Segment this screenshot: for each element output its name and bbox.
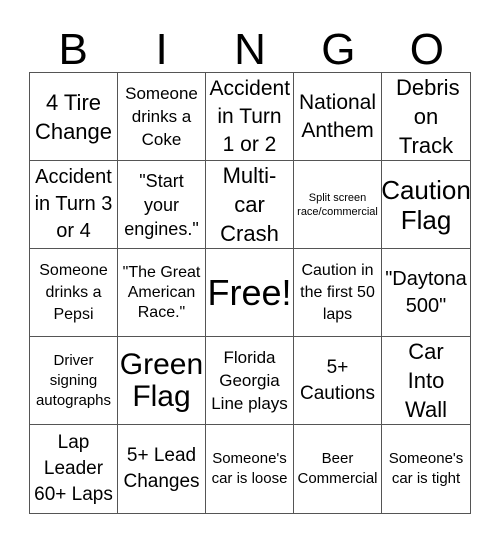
bingo-cell[interactable]: 5+ Lead Changes (118, 425, 206, 513)
cell-text: Caution in the first 50 laps (300, 261, 375, 323)
bingo-cell[interactable]: Car Into Wall (382, 337, 470, 425)
cell-text: 5+ Cautions (300, 356, 375, 404)
header-letter-o: O (409, 25, 444, 74)
cell-text: Car Into Wall (405, 339, 447, 422)
bingo-cell[interactable]: Multi-car Crash (206, 161, 294, 249)
bingo-grid: 4 Tire Change Someone drinks a Coke Acci… (29, 72, 471, 514)
cell-text: 5+ Lead Changes (123, 445, 200, 492)
cell-text: Accident in Turn 1 or 2 (209, 76, 291, 156)
cell-text: Driver signing autographs (35, 351, 112, 409)
bingo-header: B I N G O (29, 28, 471, 72)
header-letter-g: G (321, 25, 356, 74)
cell-text: "Daytona 500" (385, 267, 467, 317)
bingo-cell[interactable]: 4 Tire Change (30, 73, 118, 161)
bingo-cell[interactable]: "Daytona 500" (382, 249, 470, 337)
bingo-cell[interactable]: Lap Leader 60+ Laps (30, 425, 118, 513)
cell-text: "Start your engines." (124, 170, 199, 239)
header-letter-i: I (155, 25, 168, 74)
bingo-cell[interactable]: National Anthem (294, 73, 382, 161)
cell-text: Someone's car is tight (388, 450, 464, 487)
cell-text: Green Flag (119, 347, 204, 413)
bingo-cell[interactable]: Green Flag (118, 337, 206, 425)
cell-text: "The Great American Race." (122, 263, 201, 321)
cell-text: Lap Leader 60+ Laps (34, 432, 113, 505)
bingo-cell[interactable]: Caution Flag (382, 161, 470, 249)
bingo-cell[interactable]: Caution in the first 50 laps (294, 249, 382, 337)
cell-text: Accident in Turn 3 or 4 (34, 166, 113, 242)
cell-text: Split screen race/commercial (297, 191, 378, 218)
cell-text: Someone drinks a Pepsi (39, 261, 108, 323)
cell-text: Caution Flag (382, 174, 470, 235)
bingo-cell[interactable]: Free! (206, 249, 294, 337)
bingo-cell[interactable]: Accident in Turn 3 or 4 (30, 161, 118, 249)
header-letter-n: N (234, 25, 266, 74)
bingo-cell[interactable]: Split screen race/commercial (294, 161, 382, 249)
bingo-cell[interactable]: Someone drinks a Coke (118, 73, 206, 161)
cell-text: Someone's car is loose (211, 450, 288, 487)
bingo-cell[interactable]: Someone's car is loose (206, 425, 294, 513)
bingo-cell[interactable]: Someone drinks a Pepsi (30, 249, 118, 337)
bingo-cell[interactable]: Driver signing autographs (30, 337, 118, 425)
bingo-cell[interactable]: "Start your engines." (118, 161, 206, 249)
header-letter-b: B (58, 25, 88, 74)
cell-text: National Anthem (298, 90, 377, 142)
bingo-cell[interactable]: Beer Commercial (294, 425, 382, 513)
bingo-cell[interactable]: Someone's car is tight (382, 425, 470, 513)
cell-text: Multi-car Crash (220, 163, 279, 246)
bingo-cell[interactable]: "The Great American Race." (118, 249, 206, 337)
bingo-cell[interactable]: Accident in Turn 1 or 2 (206, 73, 294, 161)
bingo-cell[interactable]: Florida Georgia Line plays (206, 337, 294, 425)
bingo-cell[interactable]: 5+ Cautions (294, 337, 382, 425)
bingo-cell[interactable]: Debris on Track (382, 73, 470, 161)
cell-text: Free! (207, 271, 292, 313)
cell-text: Beer Commercial (297, 450, 378, 487)
cell-text: Someone drinks a Coke (125, 84, 198, 149)
cell-text: Florida Georgia Line plays (211, 348, 288, 413)
cell-text: 4 Tire Change (34, 89, 113, 144)
cell-text: Debris on Track (396, 75, 460, 158)
